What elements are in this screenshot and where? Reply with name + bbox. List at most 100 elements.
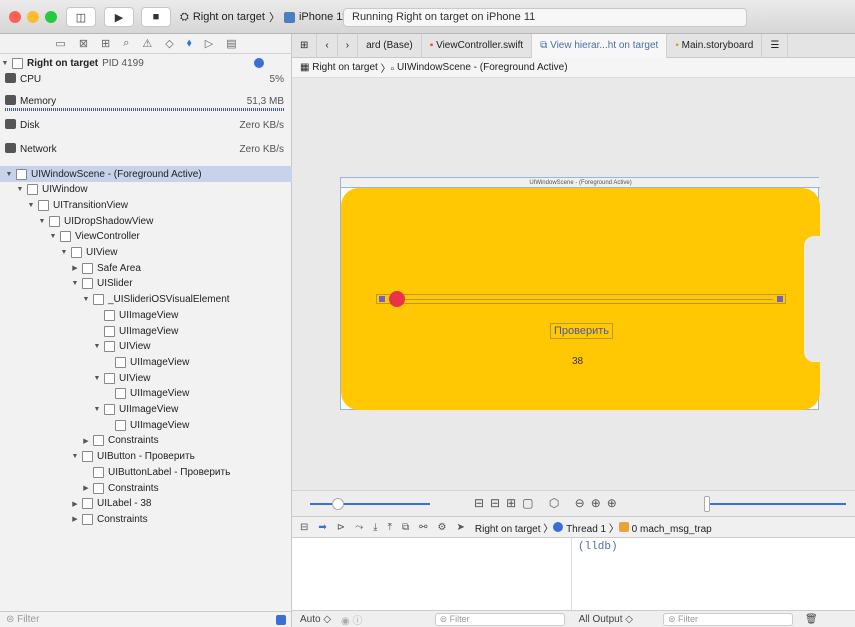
tree-row[interactable]: ▶ Constraints (0, 511, 292, 527)
disclosure-icon[interactable]: ▼ (37, 218, 47, 225)
console-filter[interactable]: ⊜ Filter (662, 612, 793, 626)
disclosure-icon[interactable]: ▶ (81, 437, 91, 445)
step-out-icon[interactable]: ⤒ (388, 522, 392, 533)
grid-icon[interactable]: ⊞ (292, 33, 318, 58)
tree-row[interactable]: ▼ UIDropShadowView (0, 213, 292, 229)
spacing-slider[interactable] (310, 503, 430, 505)
output-select[interactable]: All Output ◇ (579, 614, 633, 625)
editor-options-icon[interactable]: ☰ (762, 33, 789, 58)
disclosure-icon[interactable] (92, 312, 102, 319)
tree-row[interactable]: ▶ UILabel - 38 (0, 496, 292, 512)
variables-view[interactable] (292, 538, 572, 610)
disclosure-icon[interactable]: ▼ (92, 375, 102, 382)
hide-debug-area-icon[interactable]: ⊟ (300, 522, 308, 533)
test-icon[interactable]: ◇ (165, 37, 173, 50)
disclosure-icon[interactable]: ▼ (81, 296, 91, 303)
disclosure-icon[interactable]: ▶ (70, 500, 80, 508)
range-slider-handle[interactable] (704, 496, 710, 512)
range-slider[interactable] (706, 503, 846, 505)
tree-row[interactable]: ▼ _UISlideriOSVisualElement (0, 292, 292, 308)
variables-scope-select[interactable]: Auto ◇ (300, 614, 331, 625)
disclosure-icon[interactable] (103, 390, 113, 397)
tree-row[interactable]: ▶ Constraints (0, 433, 292, 449)
tree-row[interactable]: UIImageView (0, 323, 292, 339)
canvas-view-icons[interactable]: ⊟⊟⊞▢ ⬡ ⊖⊕⊕ (474, 496, 623, 510)
zoom-window-button[interactable] (45, 11, 57, 23)
disclosure-icon[interactable] (81, 469, 91, 476)
symbol-icon[interactable]: ⊞ (101, 37, 110, 50)
tree-row[interactable]: ▼ UITransitionView (0, 197, 292, 213)
disclosure-icon[interactable]: ▼ (70, 280, 80, 287)
gauge-disk[interactable]: Disk Zero KB/s (0, 116, 292, 138)
navigator-filter[interactable]: ⊜ Filter (0, 611, 292, 627)
view-debugger-icon[interactable]: ⧉ (402, 522, 409, 533)
tree-row[interactable]: ▼ UISlider (0, 276, 292, 292)
tab-main-storyboard[interactable]: ▪ Main.storyboard (667, 33, 763, 58)
step-over-icon[interactable]: ⤳ (355, 522, 363, 533)
jump-target[interactable]: Right on target (312, 62, 378, 73)
breakpoint-icon[interactable]: ▷ (205, 37, 213, 50)
tab-view-hierarchy[interactable]: ⧉ View hierar...ht on target (532, 33, 668, 58)
recent-filter-icon[interactable] (276, 614, 286, 625)
disclosure-icon[interactable]: ▼ (15, 186, 25, 193)
disclosure-icon[interactable]: ▶ (81, 484, 91, 492)
report-icon[interactable]: ▤ (226, 37, 236, 50)
jump-bar[interactable]: ▦ Right on target 〉▫ UIWindowScene - (Fo… (292, 58, 855, 78)
debug-icon[interactable]: ⬧ (187, 37, 192, 50)
scheme-selector[interactable]: ⛭ Right on target 〉 iPhone 11 (180, 7, 348, 27)
gauge-cpu[interactable]: CPU 5% (0, 70, 292, 92)
tree-row[interactable]: ▼ UIView (0, 370, 292, 386)
check-button[interactable]: Проверить (550, 323, 614, 339)
tree-row[interactable]: ▼ UIView (0, 245, 292, 261)
stop-button[interactable]: ■ (141, 7, 171, 27)
slider-track[interactable] (376, 294, 786, 304)
spacing-slider-thumb[interactable] (332, 498, 344, 510)
disclosure-icon[interactable]: ▶ (70, 264, 80, 272)
tree-row[interactable]: UIImageView (0, 354, 292, 370)
slider-thumb[interactable] (389, 291, 406, 307)
disclosure-icon[interactable]: ▼ (70, 453, 80, 460)
run-button[interactable]: ▶ (104, 7, 134, 27)
disclosure-icon[interactable] (103, 422, 113, 429)
tree-row[interactable]: ▼ UIView (0, 339, 292, 355)
navigator-toggle-icon[interactable]: ◫ (66, 7, 96, 27)
info-icon[interactable] (254, 58, 264, 68)
tree-row[interactable]: ▼ UIWindow (0, 182, 292, 198)
tree-row[interactable]: ▶ Constraints (0, 480, 292, 496)
trash-icon[interactable]: 🗑 (805, 614, 818, 625)
tree-row[interactable]: ▼ UIButton - Проверить (0, 449, 292, 465)
disclosure-icon[interactable]: ▼ (48, 233, 58, 240)
tab-viewcontroller[interactable]: ▪ ViewController.swift (422, 33, 533, 58)
tree-row[interactable]: UIImageView (0, 386, 292, 402)
variables-filter[interactable]: ⊜ Filter (434, 612, 565, 626)
minimize-window-button[interactable] (27, 11, 39, 23)
disclosure-icon[interactable]: ▼ (26, 202, 36, 209)
tree-row[interactable]: UIImageView (0, 417, 292, 433)
close-window-button[interactable] (9, 11, 21, 23)
warning-icon[interactable]: ⚠ (142, 37, 152, 50)
continue-icon[interactable]: ⊳ (337, 522, 345, 533)
disclosure-icon[interactable] (103, 359, 113, 366)
environment-icon[interactable]: ⚙ (438, 522, 447, 533)
disclosure-icon[interactable]: ▼ (59, 249, 69, 256)
folder-icon[interactable]: ▭ (55, 37, 65, 50)
memory-graph-icon[interactable]: ⚯ (419, 522, 427, 533)
jump-scene[interactable]: UIWindowScene - (Foreground Active) (397, 62, 568, 73)
tab-storyboard-base[interactable]: ard (Base) (358, 33, 422, 58)
tree-row[interactable]: ▼ UIWindowScene - (Foreground Active) (0, 166, 292, 182)
back-icon[interactable]: ‹ (317, 33, 338, 58)
disclosure-icon[interactable]: ▼ (92, 343, 102, 350)
process-row[interactable]: ▼ Right on target PID 4199 (0, 55, 292, 71)
step-into-icon[interactable]: ⤓ (373, 522, 377, 533)
tree-row[interactable]: UIImageView (0, 307, 292, 323)
disclosure-icon[interactable]: ▼ (92, 406, 102, 413)
gauge-network[interactable]: Network Zero KB/s (0, 140, 292, 162)
eye-icon[interactable]: ◉ ⓘ (341, 612, 363, 627)
location-icon[interactable]: ➤ (457, 522, 465, 533)
breakpoints-toggle-icon[interactable]: ➡ (318, 522, 326, 533)
tree-row[interactable]: ▼ ViewController (0, 229, 292, 245)
disclosure-icon[interactable]: ▶ (70, 515, 80, 523)
app-view[interactable]: Проверить 38 (341, 188, 822, 410)
tree-row[interactable]: ▶ Safe Area (0, 260, 292, 276)
find-icon[interactable]: ⌕ (123, 37, 129, 50)
